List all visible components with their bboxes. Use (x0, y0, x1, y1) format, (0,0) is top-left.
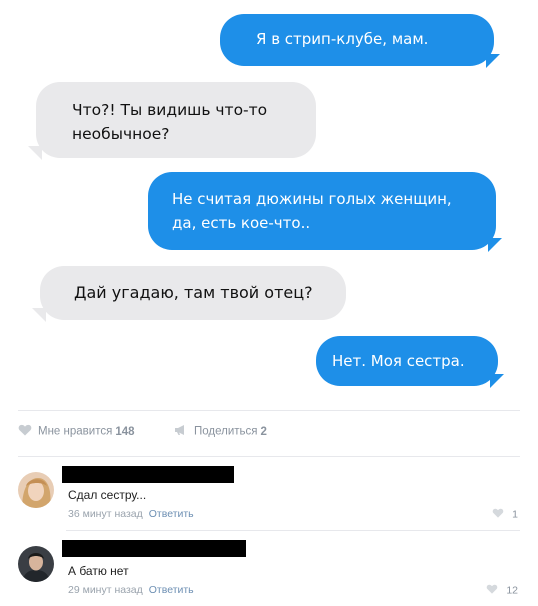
chat-screenshot: Я в стрип-клубе, мам. Что?! Ты видишь чт… (0, 0, 538, 400)
megaphone-icon (174, 424, 188, 439)
bubble-tail (32, 308, 46, 322)
comment-meta: 29 минут назад Ответить (68, 584, 194, 596)
heart-icon (18, 424, 32, 439)
reply-link[interactable]: Ответить (149, 584, 194, 596)
divider (18, 456, 520, 457)
redacted-author-name (62, 540, 246, 557)
like-count: 148 (115, 425, 135, 438)
message-bubble-outgoing: Не считая дюжины голых женщин, да, есть … (148, 172, 496, 250)
like-button[interactable]: Мне нравится 148 (18, 424, 135, 439)
bubble-tail (28, 146, 42, 160)
message-text-line: Не считая дюжины голых женщин, (172, 190, 452, 208)
share-button[interactable]: Поделиться 2 (174, 424, 267, 439)
message-bubble-incoming: Дай угадаю, там твой отец? (40, 266, 346, 320)
reply-link[interactable]: Ответить (149, 508, 194, 520)
divider (66, 530, 520, 531)
message-bubble-outgoing: Я в стрип-клубе, мам. (220, 14, 494, 66)
heart-icon (486, 584, 498, 597)
comment-text: А батю нет (68, 564, 129, 578)
message-text: Дай угадаю, там твой отец? (74, 283, 313, 302)
share-label: Поделиться (194, 425, 258, 438)
avatar[interactable] (18, 472, 54, 508)
avatar[interactable] (18, 546, 54, 582)
redacted-author-name (62, 466, 234, 483)
bubble-tail (488, 238, 502, 252)
comment-text: Сдал сестру... (68, 488, 147, 502)
like-label: Мне нравится (38, 425, 113, 438)
message-text-line: да, есть кое-что.. (172, 214, 311, 232)
divider (18, 410, 520, 411)
bubble-tail (486, 54, 500, 68)
comment-like-count: 1 (512, 508, 518, 521)
comment-like-button[interactable]: 1 (492, 508, 518, 521)
comment-item: Сдал сестру... 36 минут назад Ответить 1 (16, 462, 522, 532)
share-count: 2 (260, 425, 267, 438)
message-text-line: Что?! Ты видишь что-то (72, 101, 268, 119)
message-text-line: необычное? (72, 125, 170, 143)
heart-icon (492, 508, 504, 521)
message-text: Нет. Моя сестра. (332, 352, 465, 370)
message-bubble-outgoing: Нет. Моя сестра. (316, 336, 498, 386)
message-text: Я в стрип-клубе, мам. (256, 30, 429, 48)
message-bubble-incoming: Что?! Ты видишь что-то необычное? (36, 82, 316, 158)
comment-time: 36 минут назад (68, 508, 143, 520)
comment-like-button[interactable]: 12 (486, 584, 518, 597)
comment-like-count: 12 (506, 584, 518, 597)
comment-meta: 36 минут назад Ответить (68, 508, 194, 520)
comment-item: А батю нет 29 минут назад Ответить 12 (16, 536, 522, 606)
bubble-tail (490, 374, 504, 388)
comment-time: 29 минут назад (68, 584, 143, 596)
